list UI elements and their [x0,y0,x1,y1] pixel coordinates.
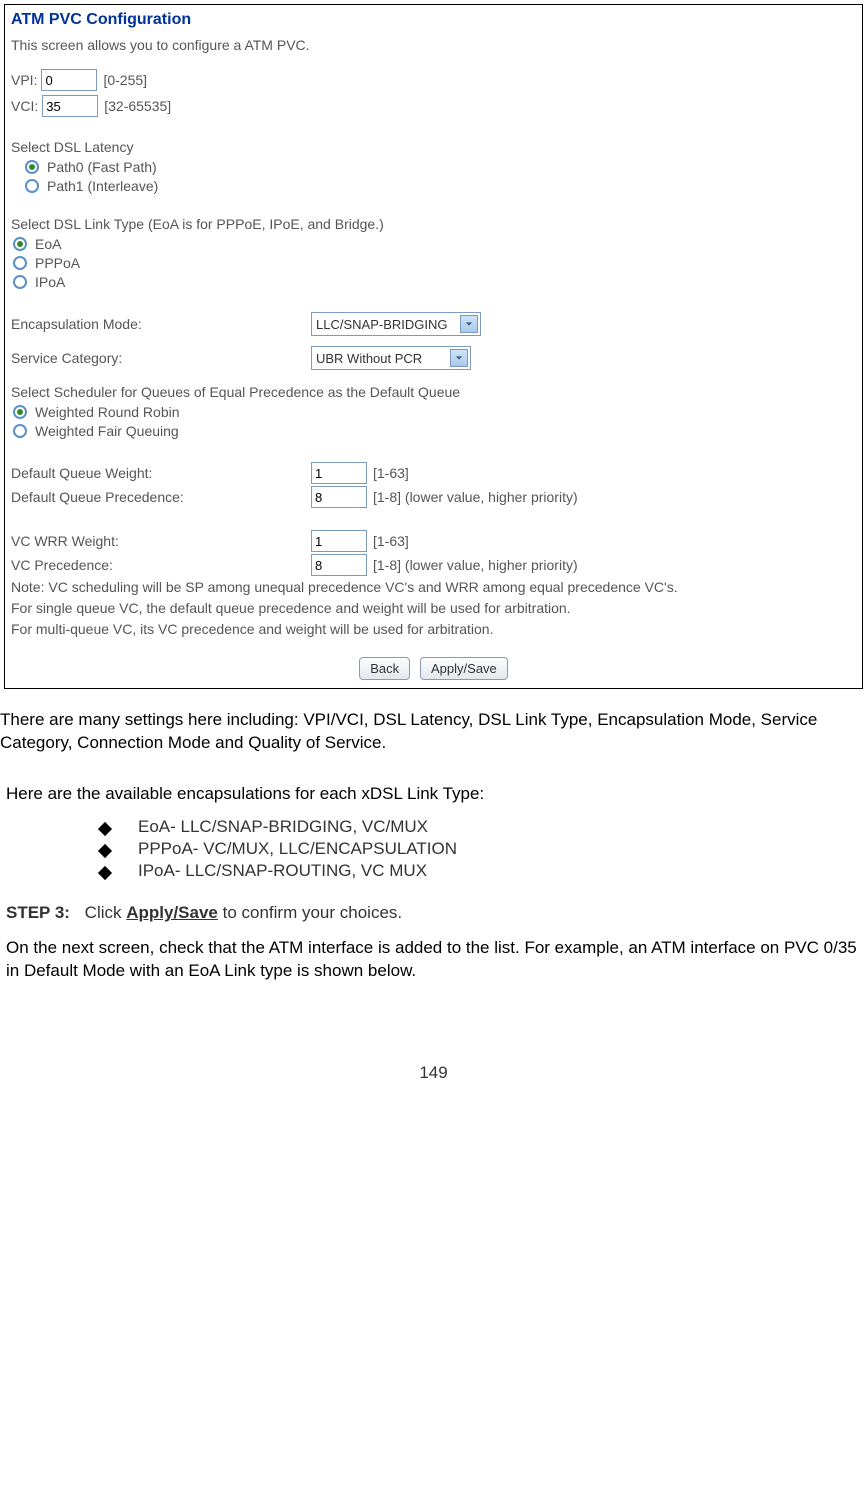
chevron-down-icon [450,349,468,367]
page-number: 149 [0,1063,867,1083]
bullet-ipoa: IPoA- LLC/SNAP-ROUTING, VC MUX [100,861,867,881]
latency-path1-label: Path1 (Interleave) [47,178,158,194]
vcw-hint: [1-63] [373,533,409,549]
linktype-eoa-row[interactable]: EoA [13,236,856,252]
servcat-value: UBR Without PCR [316,351,422,366]
encap-value: LLC/SNAP-BRIDGING [316,317,447,332]
sched-wrr-label: Weighted Round Robin [35,404,180,420]
vpi-hint: [0-255] [103,72,147,88]
bullet-ipoa-text: IPoA- LLC/SNAP-ROUTING, VC MUX [138,861,427,881]
vci-row: VCI: [32-65535] [11,95,856,117]
bullet-pppoa: PPPoA- VC/MUX, LLC/ENCAPSULATION [100,839,867,859]
note-line-3: For multi-queue VC, its VC precedence an… [11,620,856,639]
encap-label: Encapsulation Mode: [11,316,311,332]
doc-para-encaps: Here are the available encapsulations fo… [6,783,861,806]
apply-save-button[interactable]: Apply/Save [420,657,508,680]
sched-wrr-row[interactable]: Weighted Round Robin [13,404,856,420]
bullet-eoa-text: EoA- LLC/SNAP-BRIDGING, VC/MUX [138,817,428,837]
vcp-label: VC Precedence: [11,557,311,573]
vci-hint: [32-65535] [104,98,171,114]
panel-description: This screen allows you to configure a AT… [11,37,856,53]
linktype-pppoa-row[interactable]: PPPoA [13,255,856,271]
step-3-line: STEP 3: Click Apply/Save to confirm your… [6,903,861,923]
linktype-pppoa-label: PPPoA [35,255,80,271]
diamond-bullet-icon [98,866,112,880]
panel-title: ATM PVC Configuration [11,11,856,29]
dqp-hint: [1-8] (lower value, higher priority) [373,489,578,505]
latency-path0-label: Path0 (Fast Path) [47,159,157,175]
linktype-section-label: Select DSL Link Type (EoA is for PPPoE, … [11,216,856,232]
vcp-hint: [1-8] (lower value, higher priority) [373,557,578,573]
radio-icon [13,424,27,438]
vci-input[interactable] [42,95,98,117]
dqw-input[interactable] [311,462,367,484]
vpi-row: VPI: [0-255] [11,69,856,91]
dqw-label: Default Queue Weight: [11,465,311,481]
step-label: STEP 3: [6,903,70,922]
note-line-1: Note: VC scheduling will be SP among une… [11,578,856,597]
dqp-label: Default Queue Precedence: [11,489,311,505]
vcw-input[interactable] [311,530,367,552]
radio-icon [13,237,27,251]
servcat-select[interactable]: UBR Without PCR [311,346,471,370]
step-post: to confirm your choices. [218,903,402,922]
linktype-eoa-label: EoA [35,236,61,252]
bullet-eoa: EoA- LLC/SNAP-BRIDGING, VC/MUX [100,817,867,837]
latency-path0-row[interactable]: Path0 (Fast Path) [25,159,856,175]
bullet-pppoa-text: PPPoA- VC/MUX, LLC/ENCAPSULATION [138,839,457,859]
vpi-input[interactable] [41,69,97,91]
encap-select[interactable]: LLC/SNAP-BRIDGING [311,312,481,336]
note-line-2: For single queue VC, the default queue p… [11,599,856,618]
vci-label: VCI: [11,98,38,114]
radio-icon [13,256,27,270]
servcat-label: Service Category: [11,350,311,366]
latency-section-label: Select DSL Latency [11,139,856,155]
linktype-ipoa-label: IPoA [35,274,65,290]
radio-icon [25,179,39,193]
linktype-ipoa-row[interactable]: IPoA [13,274,856,290]
chevron-down-icon [460,315,478,333]
step-pre: Click [85,903,127,922]
encap-bullet-list: EoA- LLC/SNAP-BRIDGING, VC/MUX PPPoA- VC… [100,817,867,881]
doc-para-settings: There are many settings here including: … [0,709,867,755]
vcw-label: VC WRR Weight: [11,533,311,549]
diamond-bullet-icon [98,844,112,858]
radio-icon [13,405,27,419]
radio-icon [13,275,27,289]
step-apply-save: Apply/Save [126,903,218,922]
latency-path1-row[interactable]: Path1 (Interleave) [25,178,856,194]
back-button[interactable]: Back [359,657,410,680]
vcp-input[interactable] [311,554,367,576]
sched-section-label: Select Scheduler for Queues of Equal Pre… [11,384,856,400]
sched-wfq-label: Weighted Fair Queuing [35,423,179,439]
button-bar: Back Apply/Save [11,657,856,680]
dqw-hint: [1-63] [373,465,409,481]
sched-wfq-row[interactable]: Weighted Fair Queuing [13,423,856,439]
diamond-bullet-icon [98,822,112,836]
dqp-input[interactable] [311,486,367,508]
vpi-label: VPI: [11,72,37,88]
radio-icon [25,160,39,174]
atm-pvc-config-panel: ATM PVC Configuration This screen allows… [4,4,863,689]
doc-para-next-screen: On the next screen, check that the ATM i… [6,937,861,983]
